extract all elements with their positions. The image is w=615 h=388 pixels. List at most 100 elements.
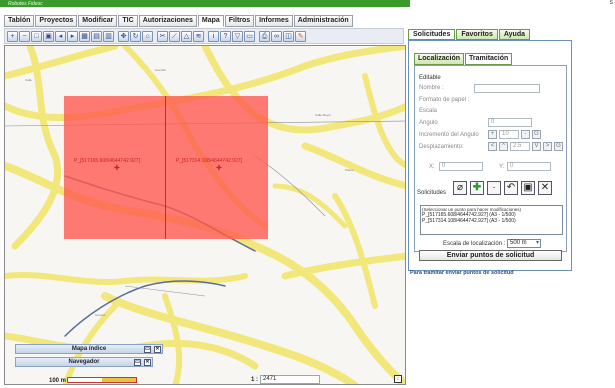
escala-label: Escala [419,108,438,114]
svg-text:Paseo: Paseo [345,168,354,172]
grid-icon[interactable]: ▦ [79,30,90,42]
delete-icon[interactable]: ✕ [538,181,552,195]
scale-input[interactable]: 2471 [260,375,320,384]
zoom-box-icon[interactable]: □ [31,30,42,42]
y-input[interactable]: 0 [507,162,551,171]
escala-localizacion-value: 500 m [510,240,527,246]
app-name: Robotes Fidesc [8,1,43,7]
grid-alt-icon[interactable]: ▤ [91,30,102,42]
previous-view-icon[interactable]: ◂ [55,30,66,42]
main-menu: Tablón Proyectos Modificar TIC Autorizac… [4,15,353,27]
sub-tabs: Localización Tramitación [414,53,513,65]
menu-tic[interactable]: TIC [118,15,138,27]
menu-modificar[interactable]: Modificar [78,15,118,27]
svg-text:Avenida: Avenida [155,68,166,72]
move-up-button[interactable]: ^ [499,142,508,151]
formato-label: Formato de papel : [419,97,470,103]
remove-point-icon[interactable]: · [487,181,501,195]
navigator-close-icon[interactable]: ✕ [144,359,151,366]
query-icon[interactable]: ? [220,30,231,42]
index-map-close-icon[interactable]: ✕ [154,346,161,353]
scissors-icon[interactable]: ✂ [157,30,168,42]
index-map-restore-icon[interactable]: ▭ [144,346,151,353]
next-view-icon[interactable]: ▸ [67,30,78,42]
top-header: Robotes Fidesc S [0,0,615,8]
zoom-out-icon[interactable]: − [19,30,30,42]
zoom-in-icon[interactable]: + [7,30,18,42]
angulo-input[interactable]: 0 [488,118,532,127]
move-left-button[interactable]: < [488,142,497,151]
info-icon[interactable]: i [208,30,219,42]
home-icon[interactable]: ⌂ [142,30,153,42]
measure-line-icon[interactable]: ⟋ [169,30,180,42]
menu-administracion[interactable]: Administración [293,15,353,27]
y-label: Y: [499,164,505,170]
zoom-extent-icon[interactable]: ▣ [43,30,54,42]
point-label-1: P_[517165.608/4644742.927] [74,158,140,164]
navigator-restore-icon[interactable]: ▭ [134,359,141,366]
menu-informes[interactable]: Informes [255,15,293,27]
escala-localizacion-select[interactable]: 500 m ▾ [507,239,541,248]
measure-icon[interactable]: ≋ [193,30,204,42]
layers-icon[interactable]: ◫ [283,30,294,42]
menu-tablon[interactable]: Tablón [4,15,35,27]
select-icon[interactable]: ▭ [244,30,255,42]
svg-text:Calle Mayor: Calle Mayor [315,113,331,117]
menu-filtros[interactable]: Filtros [224,15,255,27]
move-right-button[interactable]: > [543,142,552,151]
app-root: Robotes Fidesc S Tablón Proyectos Modifi… [0,0,615,388]
menu-proyectos[interactable]: Proyectos [35,15,78,27]
eraser-icon[interactable]: ⌀ [453,181,467,195]
angle-apply-button[interactable]: G [532,130,541,139]
print-icon[interactable]: ⎙ [259,30,270,42]
subtab-localizacion[interactable]: Localización [414,53,465,65]
desplazamiento-label: Desplazamiento: [419,144,464,150]
list-item[interactable]: P_[517314.108/4644742.927] (A3 - 1/500) [422,218,561,224]
nombre-input[interactable] [474,84,540,93]
refresh-icon[interactable]: ↻ [130,30,141,42]
move-down-button[interactable]: V [532,142,541,151]
tramitacion-form: Editable Nombre : Formato de papel : Esc… [414,65,567,252]
move-step-input[interactable]: 2.5 [510,142,530,151]
move-apply-button[interactable]: G [554,142,563,151]
editable-label: Editable [419,75,441,81]
overlay-divider [165,96,166,239]
navigator-title: Navegador [68,359,100,365]
undo-icon[interactable]: ↶ [504,181,518,195]
pan-icon[interactable]: ✥ [118,30,129,42]
incremento-label: Incremento del Angulo [419,132,479,138]
save-icon[interactable]: ▣ [521,181,535,195]
header-corner-text: S [609,0,613,6]
index-map-panel[interactable]: Mapa índice ▭ ✕ [15,344,163,354]
pencil-icon[interactable]: ✎ [295,30,306,42]
solicitudes-box: Localización Tramitación Editable Nombre… [408,40,572,271]
scalebar [67,377,137,383]
solicitudes-list[interactable]: (Seleccionar un punto para hacer modific… [420,205,563,235]
navigator-panel[interactable]: Navegador ▭ ✕ [15,357,153,367]
menu-mapa[interactable]: Mapa [197,15,224,27]
angle-minus-button[interactable]: - [521,130,530,139]
resize-icon[interactable]: ↕ [394,375,402,383]
x-input[interactable]: 0 [439,162,483,171]
tramitar-footnote: Para tramitar enviar puntos de solicitud [410,270,514,276]
add-point-icon[interactable]: ✚ [470,181,484,195]
grid-select-icon[interactable]: ▥ [103,30,114,42]
point-marker-1[interactable]: ✚ [114,165,120,172]
angle-plus-button[interactable]: + [488,130,497,139]
solicitudes-label: Solicitudes [417,190,447,196]
scale-prefix: 1 : [251,377,259,383]
map-canvas[interactable]: Calle Avenida Calle Mayor Paseo Camino P… [4,45,406,385]
point-marker-2[interactable]: ✚ [216,165,222,172]
measure-area-icon[interactable]: △ [181,30,192,42]
tab-solicitudes[interactable]: Solicitudes [408,29,456,40]
send-requests-button[interactable]: Enviar puntos de solicitud [419,250,562,261]
link-icon[interactable]: ∞ [271,30,282,42]
angle-increment-input[interactable]: 10 [499,130,519,139]
tab-favoritos[interactable]: Favoritos [456,29,498,40]
tab-ayuda[interactable]: Ayuda [498,29,530,40]
subtab-tramitacion[interactable]: Tramitación [465,53,513,65]
request-area-overlay[interactable]: P_[517165.608/4644742.927] ✚ P_[517314.1… [64,96,268,239]
x-label: X: [429,164,435,170]
menu-autorizaciones[interactable]: Autorizaciones [138,15,197,27]
filter-icon[interactable]: ▽ [232,30,243,42]
